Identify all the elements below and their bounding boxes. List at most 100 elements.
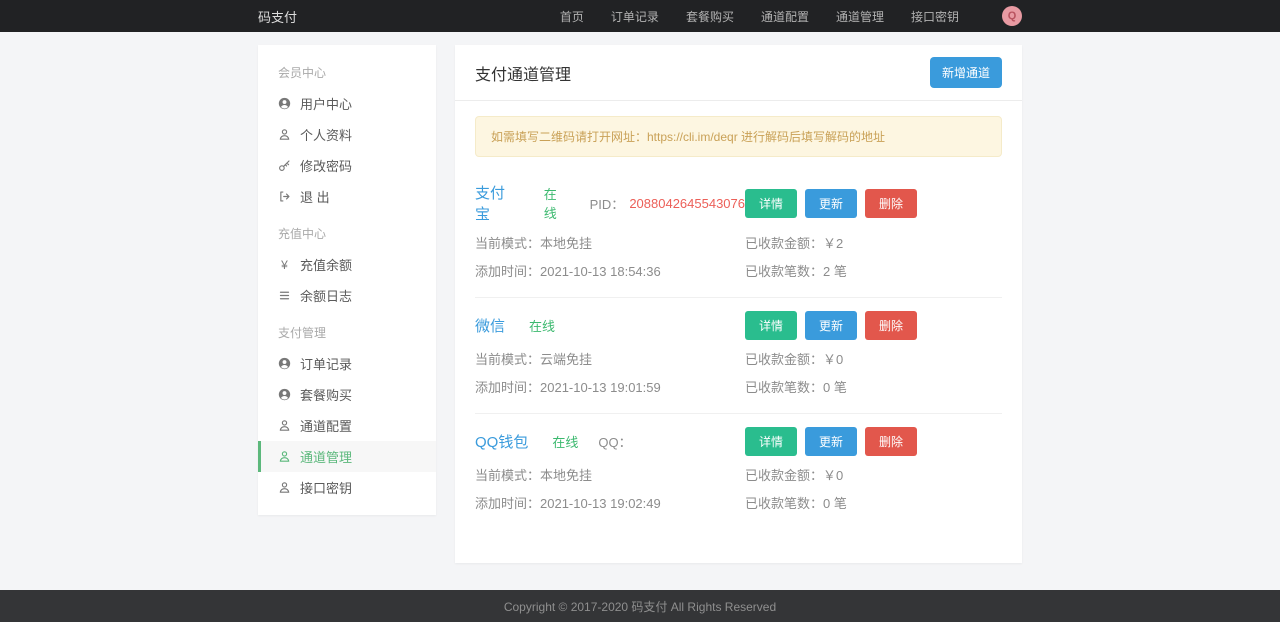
main-panel: 支付通道管理 新增通道 如需填写二维码请打开网址：https://cli.im/… [455,45,1022,563]
yen-icon: ¥ [278,258,291,272]
logout-icon [278,190,291,203]
nav-link-channel-manage[interactable]: 通道管理 [836,8,884,25]
copyright-text: Copyright © 2017-2020 码支付 All Rights Res… [504,598,776,615]
channel-actions: 详情 更新 删除 [745,427,1002,456]
sidebar-item-order-records[interactable]: 订单记录 [258,348,436,379]
count-value: 0 笔 [823,380,847,395]
sidebar-item-channel-manage[interactable]: 通道管理 [258,441,436,472]
user-outline-icon [278,481,291,494]
user-circle-icon [278,388,291,401]
add-channel-button[interactable]: 新增通道 [930,57,1002,88]
count-row: 已收款笔数：0 笔 [745,493,1002,512]
sidebar-item-logout[interactable]: 退 出 [258,181,436,212]
channel-row-alipay: 支付宝 在线 PID： 2088042645543076 详情 更新 删除 当前… [475,169,1002,298]
sidebar-item-channel-config[interactable]: 通道配置 [258,410,436,441]
delete-button[interactable]: 删除 [865,189,917,218]
sidebar-item-label: 套餐购买 [300,385,352,404]
qr-notice-alert: 如需填写二维码请打开网址：https://cli.im/deqr 进行解码后填写… [475,116,1002,157]
sidebar-item-balance-log[interactable]: 余额日志 [258,280,436,311]
nav-links: 首页 订单记录 套餐购买 通道配置 通道管理 接口密钥 Q [560,6,1022,26]
page-footer: Copyright © 2017-2020 码支付 All Rights Res… [0,590,1280,622]
user-circle-icon [278,357,291,370]
time-row: 添加时间：2021-10-13 18:54:36 [475,261,745,280]
sidebar-item-label: 通道配置 [300,416,352,435]
sidebar-item-change-password[interactable]: 修改密码 [258,150,436,181]
count-row: 已收款笔数：0 笔 [745,377,1002,396]
mode-row: 当前模式：云端免挂 [475,349,745,368]
sidebar-item-label: 余额日志 [300,286,352,305]
sidebar-item-user-center[interactable]: 用户中心 [258,88,436,119]
amount-row: 已收款金额：￥0 [745,465,1002,484]
mode-row: 当前模式：本地免挂 [475,465,745,484]
channel-actions: 详情 更新 删除 [745,189,1002,218]
pid-label: PID： [590,194,625,213]
amount-value: ￥2 [823,236,843,251]
nav-link-packages[interactable]: 套餐购买 [686,8,734,25]
user-outline-icon [278,450,291,463]
mode-value: 本地免挂 [540,468,592,483]
time-row: 添加时间：2021-10-13 19:02:49 [475,493,745,512]
update-button[interactable]: 更新 [805,311,857,340]
sidebar-item-recharge-balance[interactable]: ¥ 充值余额 [258,249,436,280]
key-icon [278,159,291,172]
top-navbar: 码支付 首页 订单记录 套餐购买 通道配置 通道管理 接口密钥 Q [0,0,1280,32]
user-outline-icon [278,419,291,432]
sidebar-item-label: 接口密钥 [300,478,352,497]
status-badge: 在线 [544,184,570,222]
delete-button[interactable]: 删除 [865,427,917,456]
page-title: 支付通道管理 [475,61,571,85]
nav-link-api-key[interactable]: 接口密钥 [911,8,959,25]
update-button[interactable]: 更新 [805,189,857,218]
count-value: 2 笔 [823,264,847,279]
time-value: 2021-10-13 19:01:59 [540,380,661,395]
time-value: 2021-10-13 19:02:49 [540,496,661,511]
sidebar-item-label: 用户中心 [300,94,352,113]
time-row: 添加时间：2021-10-13 19:01:59 [475,377,745,396]
nav-link-channel-config[interactable]: 通道配置 [761,8,809,25]
detail-button[interactable]: 详情 [745,311,797,340]
channel-row-wechat: 微信 在线 详情 更新 删除 当前模式：云端免挂 已收款金额：￥0 添加时间：2… [475,298,1002,414]
mode-row: 当前模式：本地免挂 [475,233,745,252]
amount-value: ￥0 [823,468,843,483]
pid-value: 2088042645543076 [629,196,745,211]
sidebar-item-label: 订单记录 [300,354,352,373]
amount-value: ￥0 [823,352,843,367]
count-row: 已收款笔数：2 笔 [745,261,1002,280]
channel-name-link[interactable]: 微信 [475,315,505,336]
mode-value: 云端免挂 [540,352,592,367]
user-outline-icon [278,128,291,141]
sidebar-item-label: 充值余额 [300,255,352,274]
delete-button[interactable]: 删除 [865,311,917,340]
sidebar-item-api-key[interactable]: 接口密钥 [258,472,436,503]
nav-link-home[interactable]: 首页 [560,8,584,25]
sidebar-item-label: 退 出 [300,187,330,206]
sidebar-section-recharge: 充值中心 [258,212,436,249]
sidebar: 会员中心 用户中心 个人资料 修改密码 退 出 充值中心 ¥ 充值余额 余额日志… [258,45,436,515]
channel-name-link[interactable]: QQ钱包 [475,431,528,452]
channel-name-link[interactable]: 支付宝 [475,182,520,224]
brand-logo[interactable]: 码支付 [258,7,297,26]
sidebar-item-package-buy[interactable]: 套餐购买 [258,379,436,410]
detail-button[interactable]: 详情 [745,427,797,456]
status-badge: 在线 [552,432,578,451]
sidebar-item-label: 通道管理 [300,447,352,466]
channel-actions: 详情 更新 删除 [745,311,1002,340]
channel-row-qq: QQ钱包 在线 QQ： 详情 更新 删除 当前模式：本地免挂 已收款金额：￥0 … [475,414,1002,529]
sidebar-section-payment: 支付管理 [258,311,436,348]
avatar[interactable]: Q [1002,6,1022,26]
sidebar-section-member: 会员中心 [258,51,436,88]
detail-button[interactable]: 详情 [745,189,797,218]
user-circle-icon [278,97,291,110]
count-value: 0 笔 [823,496,847,511]
time-value: 2021-10-13 18:54:36 [540,264,661,279]
mode-value: 本地免挂 [540,236,592,251]
nav-link-orders[interactable]: 订单记录 [611,8,659,25]
panel-header: 支付通道管理 新增通道 [455,45,1022,101]
amount-row: 已收款金额：￥0 [745,349,1002,368]
sidebar-item-label: 个人资料 [300,125,352,144]
status-badge: 在线 [529,316,555,335]
update-button[interactable]: 更新 [805,427,857,456]
sidebar-item-label: 修改密码 [300,156,352,175]
amount-row: 已收款金额：￥2 [745,233,1002,252]
sidebar-item-profile[interactable]: 个人资料 [258,119,436,150]
